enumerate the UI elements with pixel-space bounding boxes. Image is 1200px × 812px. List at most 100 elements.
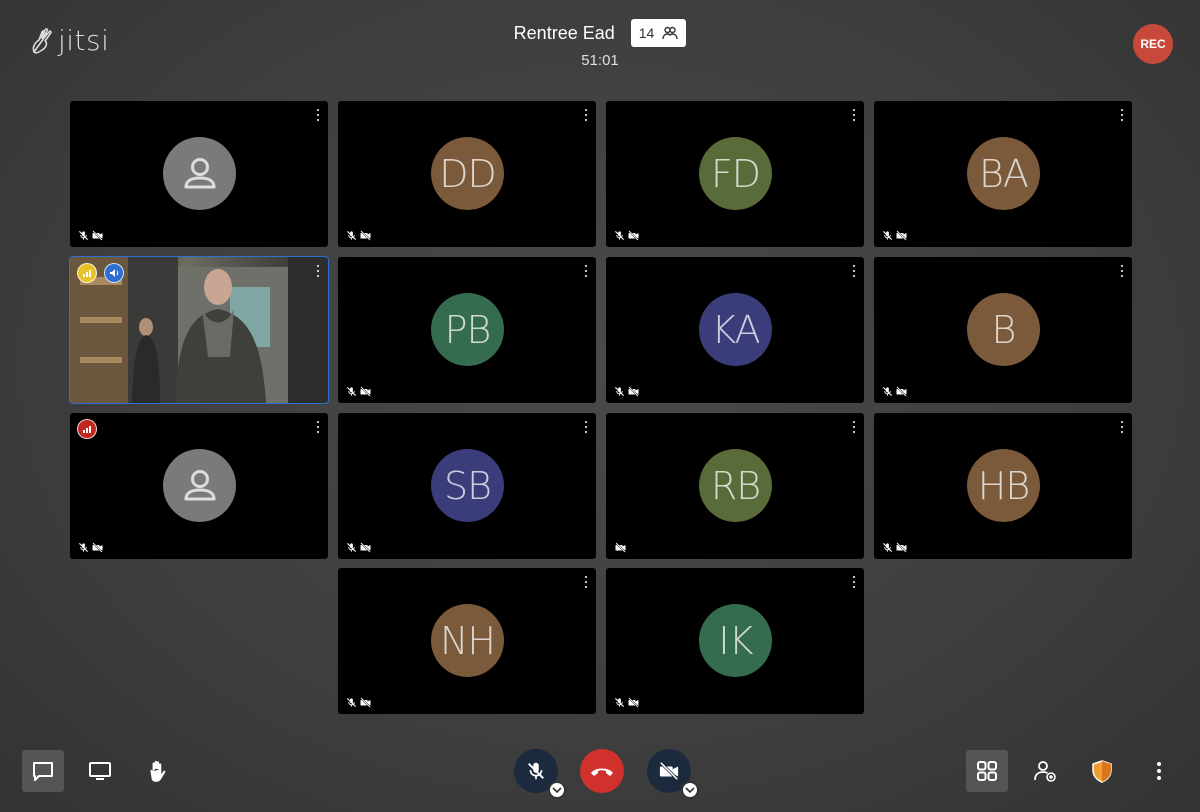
mic-muted-icon xyxy=(614,230,625,241)
video-settings-toggle[interactable] xyxy=(681,781,699,799)
participant-tile[interactable]: B xyxy=(874,257,1132,403)
camera-off-icon xyxy=(92,542,103,553)
mic-muted-icon xyxy=(346,230,357,241)
recording-badge: REC xyxy=(1133,24,1173,64)
participant-tile[interactable]: PB xyxy=(338,257,596,403)
toolbar xyxy=(0,742,1200,812)
participant-status-icons xyxy=(614,386,640,397)
avatar-initials: SB xyxy=(443,463,492,508)
participant-status-icons xyxy=(614,697,640,708)
connection-indicator[interactable] xyxy=(77,419,97,439)
speaker-icon xyxy=(110,269,119,277)
participant-tile[interactable]: SB xyxy=(338,413,596,559)
participant-menu-button[interactable] xyxy=(852,109,856,121)
camera-off-icon xyxy=(896,386,907,397)
participant-tile[interactable]: RB xyxy=(606,413,864,559)
participant-menu-button[interactable] xyxy=(1120,421,1124,433)
mic-muted-icon xyxy=(346,386,357,397)
participant-menu-button[interactable] xyxy=(852,576,856,588)
participant-avatar: HB xyxy=(967,449,1040,522)
participant-status-icons xyxy=(78,542,104,553)
participant-menu-button[interactable] xyxy=(584,421,588,433)
participant-status-icons xyxy=(346,697,372,708)
mic-muted-icon xyxy=(346,697,357,708)
participant-avatar: SB xyxy=(431,449,504,522)
mic-muted-icon xyxy=(882,230,893,241)
avatar-initials: PB xyxy=(444,307,492,352)
participants-icon xyxy=(662,26,679,40)
participant-status-icons xyxy=(346,230,372,241)
participant-status-icons xyxy=(614,542,627,553)
chevron-down-icon xyxy=(552,787,562,794)
avatar-initials: RB xyxy=(710,463,761,508)
mic-muted-icon xyxy=(882,542,893,553)
participant-menu-button[interactable] xyxy=(584,109,588,121)
participant-status-icons xyxy=(346,386,372,397)
participant-menu-button[interactable] xyxy=(584,265,588,277)
audio-settings-toggle[interactable] xyxy=(548,781,566,799)
participant-tile[interactable]: BA xyxy=(874,101,1132,247)
participant-tile-local[interactable] xyxy=(69,256,329,404)
participant-tile[interactable]: FD xyxy=(606,101,864,247)
participant-status-icons xyxy=(614,230,640,241)
invite-button[interactable] xyxy=(1024,750,1066,792)
tile-view-button[interactable] xyxy=(966,750,1008,792)
avatar-initials: IK xyxy=(718,618,753,663)
participant-tile[interactable] xyxy=(70,101,328,247)
participant-menu-button[interactable] xyxy=(1120,109,1124,121)
participant-tile[interactable]: IK xyxy=(606,568,864,714)
camera-off-icon xyxy=(360,542,371,553)
participant-status-icons xyxy=(882,542,908,553)
participant-menu-button[interactable] xyxy=(316,265,320,277)
participant-avatar: DD xyxy=(431,137,504,210)
hangup-icon xyxy=(591,768,613,776)
participant-avatar: FD xyxy=(699,137,772,210)
participant-menu-button[interactable] xyxy=(584,576,588,588)
participant-menu-button[interactable] xyxy=(852,265,856,277)
more-actions-button[interactable] xyxy=(1138,750,1180,792)
signal-icon xyxy=(83,426,91,433)
hangup-button[interactable] xyxy=(580,749,624,793)
participant-tile[interactable]: DD xyxy=(338,101,596,247)
mic-muted-icon xyxy=(614,386,625,397)
participant-status-icons xyxy=(882,386,908,397)
camera-off-icon xyxy=(615,542,626,553)
mic-muted-icon xyxy=(528,762,544,780)
avatar-initials: NH xyxy=(440,618,496,663)
participant-avatar: BA xyxy=(967,137,1040,210)
participant-avatar: KA xyxy=(699,293,772,366)
chat-button[interactable] xyxy=(22,750,64,792)
signal-icon xyxy=(83,270,91,277)
participant-tile[interactable]: HB xyxy=(874,413,1132,559)
camera-button[interactable] xyxy=(647,749,699,799)
raise-hand-button[interactable] xyxy=(137,750,179,792)
participant-tile[interactable]: KA xyxy=(606,257,864,403)
mic-muted-icon xyxy=(614,697,625,708)
participant-avatar: RB xyxy=(699,449,772,522)
participant-tile[interactable] xyxy=(70,413,328,559)
participant-menu-button[interactable] xyxy=(316,421,320,433)
camera-off-icon xyxy=(659,761,679,781)
screen-share-button[interactable] xyxy=(79,750,121,792)
camera-off-icon xyxy=(628,230,639,241)
mic-muted-icon xyxy=(346,542,357,553)
camera-off-icon xyxy=(360,697,371,708)
participant-tile[interactable]: NH xyxy=(338,568,596,714)
camera-off-icon xyxy=(360,386,371,397)
participant-status-icons xyxy=(78,230,104,241)
connection-indicator[interactable] xyxy=(77,263,97,283)
tile-view-icon xyxy=(977,761,997,781)
security-button[interactable] xyxy=(1081,750,1123,792)
participant-menu-button[interactable] xyxy=(1120,265,1124,277)
participant-avatar xyxy=(163,449,236,522)
more-icon xyxy=(1157,762,1161,780)
participant-menu-button[interactable] xyxy=(852,421,856,433)
participant-avatar xyxy=(163,137,236,210)
participant-menu-button[interactable] xyxy=(316,109,320,121)
raise-hand-icon xyxy=(150,760,166,782)
participant-count-badge[interactable]: 14 xyxy=(630,19,687,47)
microphone-button[interactable] xyxy=(514,749,566,799)
camera-off-icon xyxy=(896,542,907,553)
conference-title: Rentree Ead xyxy=(513,22,615,43)
avatar-initials: BA xyxy=(979,151,1029,196)
